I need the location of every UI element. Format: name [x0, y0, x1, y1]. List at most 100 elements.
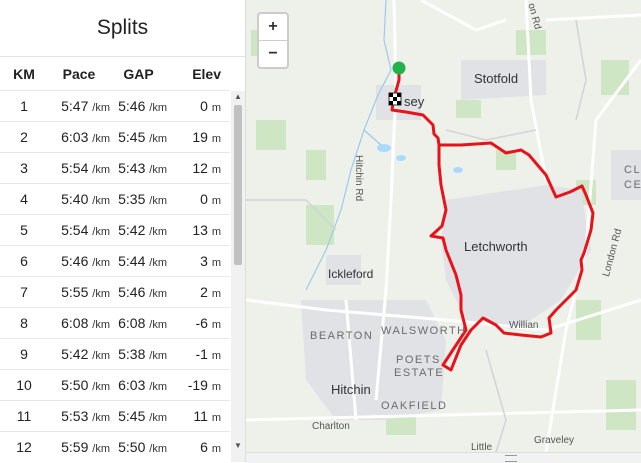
split-km: 5	[20, 222, 28, 238]
pace-unit: /km	[92, 381, 110, 393]
split-row[interactable]: 1 5:47 /km 5:46 /km 0 m	[0, 91, 230, 122]
gap-unit: /km	[149, 412, 167, 424]
split-row[interactable]: 10 5:50 /km 6:03 /km -19 m	[0, 370, 230, 401]
gap-value: 5:45	[118, 408, 146, 424]
split-row[interactable]: 6 5:46 /km 5:44 /km 3 m	[0, 246, 230, 277]
split-elev: 11 m	[167, 408, 221, 424]
split-km: 3	[20, 160, 28, 176]
zoom-in-button[interactable]: +	[259, 14, 287, 41]
elev-unit: m	[211, 195, 221, 207]
elev-value: 6	[200, 439, 208, 455]
elev-unit: m	[211, 226, 221, 238]
elev-value: 3	[200, 253, 208, 269]
area-label-oakfield: OAKFIELD	[381, 400, 448, 412]
split-elev: -6 m	[167, 315, 221, 331]
header-gap: GAP	[123, 65, 154, 82]
split-km: 1	[20, 98, 28, 114]
split-gap: 5:44 /km	[110, 253, 167, 269]
route-map[interactable]: + − Stotfold sey Letchworth Ickleford BE…	[246, 0, 641, 452]
scroll-up-arrow-icon[interactable]: ▲	[231, 91, 245, 103]
split-pace: 5:40 /km	[48, 191, 110, 207]
split-pace: 6:03 /km	[48, 129, 110, 145]
gap-unit: /km	[149, 257, 167, 269]
gap-value: 5:50	[118, 439, 146, 455]
field	[516, 30, 546, 55]
elev-unit: m	[211, 288, 221, 300]
split-pace: 5:54 /km	[48, 222, 110, 238]
split-gap: 5:35 /km	[110, 191, 167, 207]
area-label-estate: ESTATE	[394, 367, 445, 379]
pace-unit: /km	[92, 412, 110, 424]
split-row[interactable]: 11 5:53 /km 5:45 /km 11 m	[0, 401, 230, 432]
split-elev: 6 m	[167, 439, 221, 455]
place-label-graveley: Graveley	[534, 435, 575, 446]
place-label-charlton: Charlton	[312, 421, 350, 432]
zoom-out-button[interactable]: −	[259, 41, 287, 67]
pace-value: 5:46	[61, 253, 89, 269]
scrollbar-thumb[interactable]	[234, 105, 242, 265]
field	[256, 120, 286, 150]
place-label-willian: Willian	[509, 320, 539, 331]
gap-unit: /km	[149, 381, 167, 393]
place-label-arlesey: sey	[404, 94, 425, 109]
pace-value: 5:50	[61, 377, 89, 393]
splits-rows[interactable]: 1 5:47 /km 5:46 /km 0 m 2 6:03 /km 5:45 /km 19 …	[0, 91, 230, 462]
elev-value: -19	[187, 377, 208, 393]
split-elev: 2 m	[167, 284, 221, 300]
split-row[interactable]: 2 6:03 /km 5:45 /km 19 m	[0, 122, 230, 153]
resize-grip-icon[interactable]	[505, 455, 517, 462]
elev-unit: m	[211, 164, 221, 176]
pace-value: 6:03	[61, 129, 89, 145]
pace-unit: /km	[92, 195, 110, 207]
split-elev: 3 m	[167, 253, 221, 269]
map-resize-bar[interactable]	[246, 452, 641, 463]
gap-value: 5:46	[118, 284, 146, 300]
elev-value: 13	[192, 222, 208, 238]
splits-scrollbar[interactable]: ▲ ▼	[231, 91, 245, 462]
split-gap: 5:46 /km	[110, 284, 167, 300]
gap-value: 5:42	[118, 222, 146, 238]
place-label-stotfold: Stotfold	[474, 71, 519, 86]
split-row[interactable]: 9 5:42 /km 5:38 /km -1 m	[0, 339, 230, 370]
gap-value: 5:44	[118, 253, 146, 269]
elev-unit: m	[211, 443, 221, 455]
split-row[interactable]: 4 5:40 /km 5:35 /km 0 m	[0, 184, 230, 215]
split-km: 12	[16, 439, 32, 455]
pace-value: 6:08	[61, 315, 89, 331]
splits-panel: Splits KM Pace GAP Elev 1 5:47 /km 5:46 /k…	[0, 0, 246, 462]
split-elev: 12 m	[167, 160, 221, 176]
split-row[interactable]: 7 5:55 /km 5:46 /km 2 m	[0, 277, 230, 308]
pace-value: 5:53	[61, 408, 89, 424]
split-km: 6	[20, 253, 28, 269]
pace-value: 5:47	[61, 98, 89, 114]
split-row[interactable]: 12 5:59 /km 5:50 /km 6 m	[0, 432, 230, 462]
pace-value: 5:54	[61, 160, 89, 176]
split-row[interactable]: 5 5:54 /km 5:42 /km 13 m	[0, 215, 230, 246]
elev-unit: m	[211, 102, 221, 114]
finish-flag-icon	[388, 92, 402, 106]
gap-value: 6:03	[118, 377, 146, 393]
gap-unit: /km	[149, 319, 167, 331]
split-gap: 5:45 /km	[110, 408, 167, 424]
elev-value: 0	[200, 191, 208, 207]
road-label-hitchin-rd: Hitchin Rd	[353, 155, 364, 202]
elev-unit: m	[211, 319, 221, 331]
pace-value: 5:40	[61, 191, 89, 207]
split-gap: 5:38 /km	[110, 346, 167, 362]
split-row[interactable]: 3 5:54 /km 5:43 /km 12 m	[0, 153, 230, 184]
gap-unit: /km	[149, 350, 167, 362]
split-km: 9	[20, 346, 28, 362]
split-row[interactable]: 8 6:08 /km 6:08 /km -6 m	[0, 308, 230, 339]
field	[601, 60, 629, 95]
split-pace: 5:59 /km	[48, 439, 110, 455]
split-gap: 5:45 /km	[110, 129, 167, 145]
split-km: 11	[16, 408, 32, 424]
gap-value: 5:43	[118, 160, 146, 176]
gap-unit: /km	[149, 226, 167, 238]
field	[606, 380, 636, 430]
scroll-down-arrow-icon[interactable]: ▼	[231, 440, 245, 452]
field	[456, 100, 481, 118]
header-pace: Pace	[62, 65, 96, 82]
gap-unit: /km	[149, 133, 167, 145]
gap-value: 5:35	[118, 191, 146, 207]
